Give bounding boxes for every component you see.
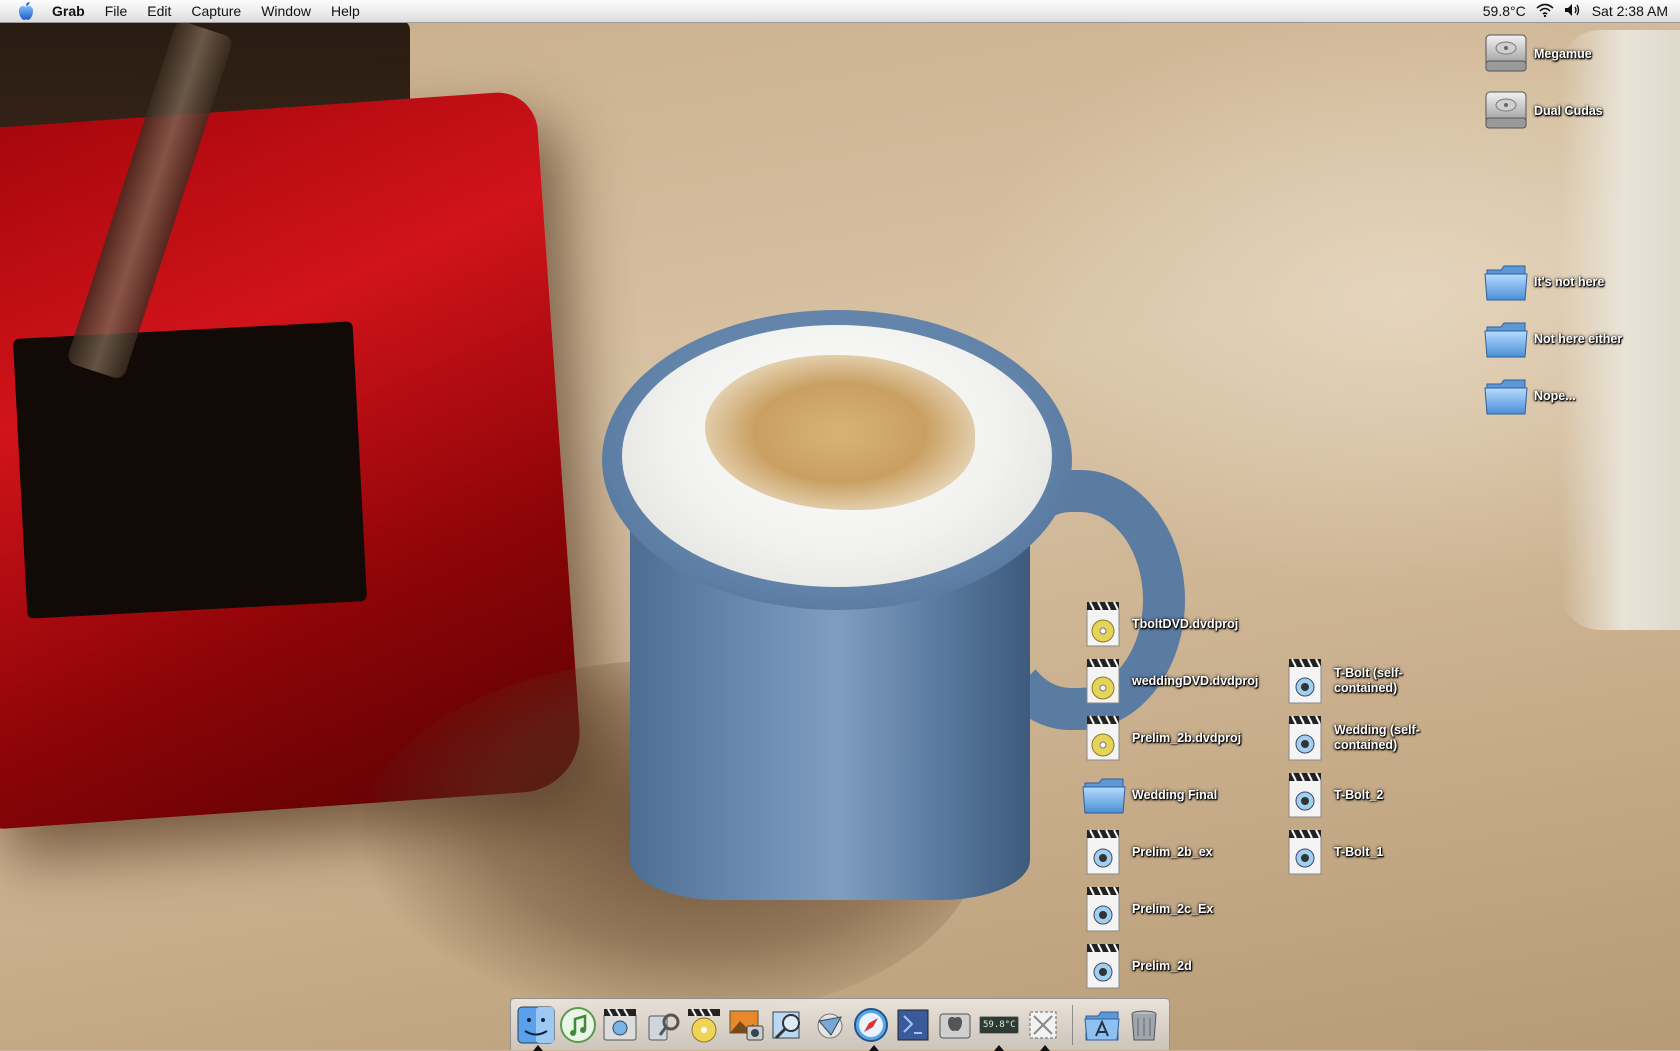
file-label: TboltDVD.dvdproj: [1132, 616, 1239, 631]
idvd-icon[interactable]: [684, 1003, 724, 1047]
safari-icon[interactable]: [852, 1003, 892, 1051]
dvd-project-icon: [1082, 657, 1126, 705]
temperature-menu-extra[interactable]: 59.8°C: [1483, 3, 1526, 19]
wallpaper-machine-slot: [12, 321, 368, 619]
dvd-project-icon: [1082, 600, 1126, 648]
desktop-folder-nope[interactable]: Nope...: [1484, 372, 1576, 420]
movie-file-icon: [1082, 885, 1126, 933]
file-label: Prelim_2d: [1132, 958, 1192, 973]
drive-label: Megamue: [1534, 46, 1592, 61]
movie-file-icon: [1082, 942, 1126, 990]
folder-icon: [1484, 372, 1528, 420]
desktop-drive-dual-cudas[interactable]: Dual Cudas: [1484, 87, 1603, 135]
file-label: Prelim_2c_Ex: [1132, 901, 1214, 916]
folder-icon: [1484, 315, 1528, 363]
desktop-file-tboltdvd[interactable]: TboltDVD.dvdproj: [1082, 600, 1238, 648]
menu-app-name[interactable]: Grab: [44, 0, 95, 22]
menu-extras: 59.8°C Sat 2:38 AM: [1483, 0, 1668, 22]
menu-bar: Grab File Edit Capture Window Help 59.8°…: [0, 0, 1680, 23]
desktop-file-t-bolt-2[interactable]: T-Bolt_2: [1284, 771, 1383, 819]
folder-icon: [1082, 771, 1126, 819]
movie-file-icon: [1284, 771, 1328, 819]
desktop-file-wedding-self-contained[interactable]: Wedding (self-contained): [1284, 714, 1439, 762]
movie-file-icon: [1284, 657, 1328, 705]
finder-icon[interactable]: [516, 1003, 556, 1051]
folder-icon: [1484, 258, 1528, 306]
mail-icon[interactable]: [810, 1003, 850, 1047]
menu-edit[interactable]: Edit: [137, 0, 181, 22]
folder-label: Nope...: [1534, 388, 1576, 403]
desktop-file-t-bolt-1[interactable]: T-Bolt_1: [1284, 828, 1383, 876]
hard-drive-icon: [1484, 87, 1528, 135]
movie-file-icon: [1284, 714, 1328, 762]
file-label: T-Bolt_2: [1334, 787, 1384, 802]
desktop-file-prelim-2c-ex[interactable]: Prelim_2c_Ex: [1082, 885, 1213, 933]
grab-icon[interactable]: [1023, 1003, 1063, 1051]
imovie-icon[interactable]: [600, 1003, 640, 1047]
drive-label: Dual Cudas: [1534, 103, 1603, 118]
dvd-project-icon: [1082, 714, 1126, 762]
desktop-file-prelim-2b-ex[interactable]: Prelim_2b_ex: [1082, 828, 1213, 876]
file-label: Wedding (self-contained): [1334, 723, 1420, 752]
folder-label: It's not here: [1534, 274, 1605, 289]
trash-icon[interactable]: [1124, 1003, 1164, 1047]
file-label: T-Bolt_1: [1334, 844, 1384, 859]
volume-icon[interactable]: [1564, 3, 1582, 20]
applications-folder-icon[interactable]: [1082, 1003, 1122, 1047]
desktop[interactable]: Megamue Dual Cudas It's not here Not her…: [0, 0, 1680, 1050]
system-profiler-icon[interactable]: [642, 1003, 682, 1047]
file-label: weddingDVD.dvdproj: [1132, 673, 1259, 688]
file-label: Prelim_2b.dvdproj: [1132, 730, 1242, 745]
movie-file-icon: [1284, 828, 1328, 876]
menu-file[interactable]: File: [95, 0, 138, 22]
dock: 59.8°C: [510, 998, 1170, 1051]
wifi-icon[interactable]: [1536, 3, 1554, 20]
menu-clock[interactable]: Sat 2:38 AM: [1592, 3, 1668, 19]
desktop-file-prelim-2b-dvdproj[interactable]: Prelim_2b.dvdproj: [1082, 714, 1241, 762]
desktop-drive-megamue[interactable]: Megamue: [1484, 30, 1592, 78]
menu-window[interactable]: Window: [251, 0, 321, 22]
terminal-icon[interactable]: [893, 1003, 933, 1047]
desktop-file-t-bolt-self-contained[interactable]: T-Bolt (self-contained): [1284, 657, 1439, 705]
menu-help[interactable]: Help: [321, 0, 370, 22]
desktop-folder-not-here-either[interactable]: Not here either: [1484, 315, 1622, 363]
preview-icon[interactable]: [768, 1003, 808, 1047]
desktop-folder-wedding-final[interactable]: Wedding Final: [1082, 771, 1217, 819]
file-label: T-Bolt (self-contained): [1334, 666, 1403, 695]
system-preferences-icon[interactable]: [935, 1003, 975, 1047]
desktop-file-weddingdvd[interactable]: weddingDVD.dvdproj: [1082, 657, 1258, 705]
folder-label: Not here either: [1534, 331, 1623, 346]
iphoto-icon[interactable]: [726, 1003, 766, 1047]
file-label: Prelim_2b_ex: [1132, 844, 1213, 859]
apple-menu-icon[interactable]: [8, 0, 44, 22]
dock-separator: [1072, 1004, 1074, 1045]
file-label: Wedding Final: [1132, 787, 1218, 802]
itunes-icon[interactable]: [558, 1003, 598, 1047]
desktop-folder-its-not-here[interactable]: It's not here: [1484, 258, 1604, 306]
temperature-monitor-icon[interactable]: 59.8°C: [977, 1003, 1021, 1051]
desktop-file-prelim-2d[interactable]: Prelim_2d: [1082, 942, 1192, 990]
menu-capture[interactable]: Capture: [181, 0, 251, 22]
temperature-readout: 59.8°C: [979, 1015, 1020, 1034]
movie-file-icon: [1082, 828, 1126, 876]
hard-drive-icon: [1484, 30, 1528, 78]
